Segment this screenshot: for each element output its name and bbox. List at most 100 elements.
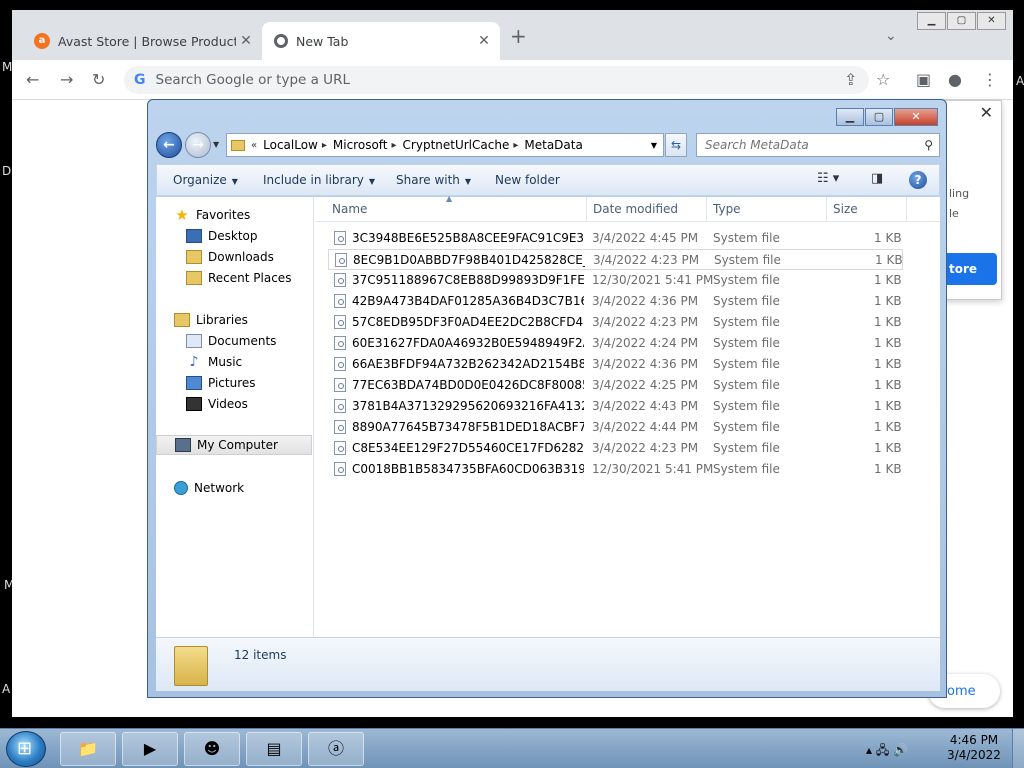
bookmark-star-icon[interactable]: ☆: [876, 70, 890, 89]
file-row[interactable]: 60E31627FDA0A46932B0E5948949F2A5 3/4/2022…: [328, 333, 903, 354]
help-icon[interactable]: ?: [909, 171, 927, 189]
column-divider[interactable]: [706, 197, 707, 222]
nav-my-computer[interactable]: My Computer: [156, 435, 312, 455]
profile-avatar-icon[interactable]: ●: [948, 70, 962, 89]
file-row[interactable]: 3C3948BE6E525B8A8CEE9FAC91C9E392_E... 3/4…: [328, 228, 903, 249]
new-tab-plus-icon[interactable]: +: [510, 24, 527, 48]
breadcrumb-item[interactable]: Microsoft: [333, 138, 388, 152]
search-input[interactable]: [705, 138, 905, 152]
forward-arrow-icon[interactable]: →: [60, 70, 73, 89]
preview-pane-icon[interactable]: ◨: [871, 171, 883, 186]
breadcrumb-arrow-icon[interactable]: ▸: [392, 140, 397, 151]
minimize-icon[interactable]: ▁: [836, 108, 864, 126]
breadcrumb-arrow-icon[interactable]: ▸: [513, 140, 518, 151]
nav-libraries[interactable]: Libraries: [174, 310, 248, 330]
file-name: 57C8EDB95DF3F0AD4EE2DC2B8CFD4157: [352, 315, 584, 329]
start-button[interactable]: [6, 731, 46, 767]
tab-new-tab[interactable]: New Tab ✕: [262, 22, 500, 60]
side-panel-icon[interactable]: ▣: [916, 70, 931, 89]
tab-search-chevron-icon[interactable]: ⌄: [885, 28, 897, 44]
nav-documents[interactable]: Documents: [186, 331, 276, 351]
file-row[interactable]: 57C8EDB95DF3F0AD4EE2DC2B8CFD4157 3/4/2022…: [328, 312, 903, 333]
show-desktop-button[interactable]: [1012, 729, 1024, 768]
taskbar-media-player-button[interactable]: ▶: [122, 732, 178, 766]
omnibox[interactable]: G Search Google or type a URL: [124, 66, 869, 94]
organize-label: Organize: [173, 173, 227, 187]
breadcrumb-overflow-icon[interactable]: «: [251, 140, 257, 151]
close-icon[interactable]: ✕: [977, 12, 1006, 30]
file-date: 3/4/2022 4:23 PM: [592, 315, 699, 329]
include-in-library-button[interactable]: Include in library ▼: [263, 173, 375, 187]
taskbar-avast-button[interactable]: ⓐ: [308, 732, 364, 766]
nav-music[interactable]: ♪ Music: [186, 352, 243, 372]
forward-arrow-icon[interactable]: →: [185, 132, 211, 158]
nav-desktop[interactable]: Desktop: [186, 226, 258, 246]
breadcrumb-item[interactable]: LocalLow: [263, 138, 318, 152]
nav-network[interactable]: Network: [174, 478, 244, 498]
file-row[interactable]: 37C951188967C8EB88D99893D9F1FE 12/30/2021…: [328, 270, 903, 291]
file-name: 60E31627FDA0A46932B0E5948949F2A5: [352, 336, 584, 350]
popup-store-button[interactable]: tore: [939, 253, 997, 285]
column-divider[interactable]: [906, 197, 907, 222]
new-folder-button[interactable]: New folder: [495, 173, 560, 187]
column-divider[interactable]: [826, 197, 827, 222]
file-row[interactable]: 8890A77645B73478F5B1DED18ACBF795_E... 3/4…: [328, 417, 903, 438]
close-icon[interactable]: ✕: [980, 103, 993, 122]
file-name: C8E534EE129F27D55460CE17FD628216_11...: [352, 441, 584, 455]
nav-videos[interactable]: Videos: [186, 394, 248, 414]
share-with-button[interactable]: Share with ▼: [396, 173, 471, 187]
taskbar-app-button[interactable]: ▤: [246, 732, 302, 766]
tab-avast-store[interactable]: a Avast Store | Browse Products, Ch ✕: [22, 22, 262, 60]
tray-icons[interactable]: ▴ 🖧 🔊: [866, 741, 908, 762]
maximize-icon[interactable]: ▢: [947, 12, 976, 30]
breadcrumb-item[interactable]: MetaData: [524, 138, 582, 152]
refresh-icon[interactable]: ⇆: [665, 133, 687, 157]
file-row[interactable]: 3781B4A371329295620693216FA4132_3A... 3/4…: [328, 396, 903, 417]
libraries-icon: [174, 313, 190, 327]
chevron-down-icon: ▼: [464, 177, 472, 186]
file-row[interactable]: 8EC9B1D0ABBD7F98B401D425828CE_... 3/4/202…: [328, 249, 903, 270]
recent-locations-chevron-icon[interactable]: ▼: [213, 140, 219, 149]
file-type: System file: [713, 462, 780, 476]
change-view-icon[interactable]: ☷ ▾: [817, 171, 839, 186]
nav-favorites[interactable]: ★ Favorites: [174, 205, 250, 225]
share-icon[interactable]: ⇪: [844, 70, 857, 89]
breadcrumb-item[interactable]: CryptnetUrlCache: [403, 138, 510, 152]
close-tab-icon[interactable]: ✕: [236, 33, 256, 49]
column-divider[interactable]: [586, 197, 587, 222]
clock[interactable]: 4:46 PM 3/4/2022: [944, 733, 1004, 763]
file-row[interactable]: C8E534EE129F27D55460CE17FD628216_11... 3/…: [328, 438, 903, 459]
minimize-icon[interactable]: ▁: [917, 12, 946, 30]
breadcrumb-arrow-icon[interactable]: ▸: [322, 140, 327, 151]
reload-icon[interactable]: ↻: [92, 70, 105, 89]
column-type[interactable]: Type: [713, 202, 741, 216]
taskbar-app-button[interactable]: ☻: [184, 732, 240, 766]
chevron-down-icon[interactable]: ▼: [651, 141, 657, 150]
close-icon[interactable]: ✕: [894, 108, 938, 126]
nav-downloads[interactable]: Downloads: [186, 247, 274, 267]
system-file-icon: [334, 294, 346, 308]
organize-button[interactable]: Organize ▼: [173, 173, 238, 187]
taskbar-explorer-button[interactable]: 📁: [60, 732, 116, 766]
address-bar[interactable]: « LocalLow ▸ Microsoft ▸ CryptnetUrlCach…: [226, 133, 664, 157]
column-date-modified[interactable]: Date modified: [593, 202, 678, 216]
search-icon[interactable]: ⚲: [924, 138, 933, 152]
column-size[interactable]: Size: [833, 202, 858, 216]
file-row[interactable]: C0018BB1B5834735BFA60CD063B31956 12/30/20…: [328, 459, 903, 480]
nav-recent-places[interactable]: Recent Places: [186, 268, 291, 288]
share-label: Share with: [396, 173, 460, 187]
file-row[interactable]: 42B9A473B4DAF01285A36B4D3C7B1662_... 3/4/…: [328, 291, 903, 312]
desktop-icon-label: D: [2, 164, 12, 178]
close-tab-icon[interactable]: ✕: [474, 33, 494, 49]
back-arrow-icon[interactable]: ←: [26, 70, 39, 89]
explorer-window: ▁ ▢ ✕ ← → ▼ « LocalLow ▸ Microsoft ▸ Cry…: [147, 99, 947, 698]
monitor-icon: ▤: [266, 739, 282, 758]
kebab-menu-icon[interactable]: ⋮: [982, 70, 998, 89]
file-row[interactable]: 77EC63BDA74BD0D0E0426DC8F8008506 3/4/2022…: [328, 375, 903, 396]
nav-pictures[interactable]: Pictures: [186, 373, 256, 393]
file-row[interactable]: 66AE3BFDF94A732B262342AD2154B86E_0... 3/4…: [328, 354, 903, 375]
back-arrow-icon[interactable]: ←: [156, 132, 182, 158]
computer-icon: [175, 438, 191, 452]
column-name[interactable]: Name: [332, 202, 367, 216]
maximize-icon[interactable]: ▢: [865, 108, 893, 126]
